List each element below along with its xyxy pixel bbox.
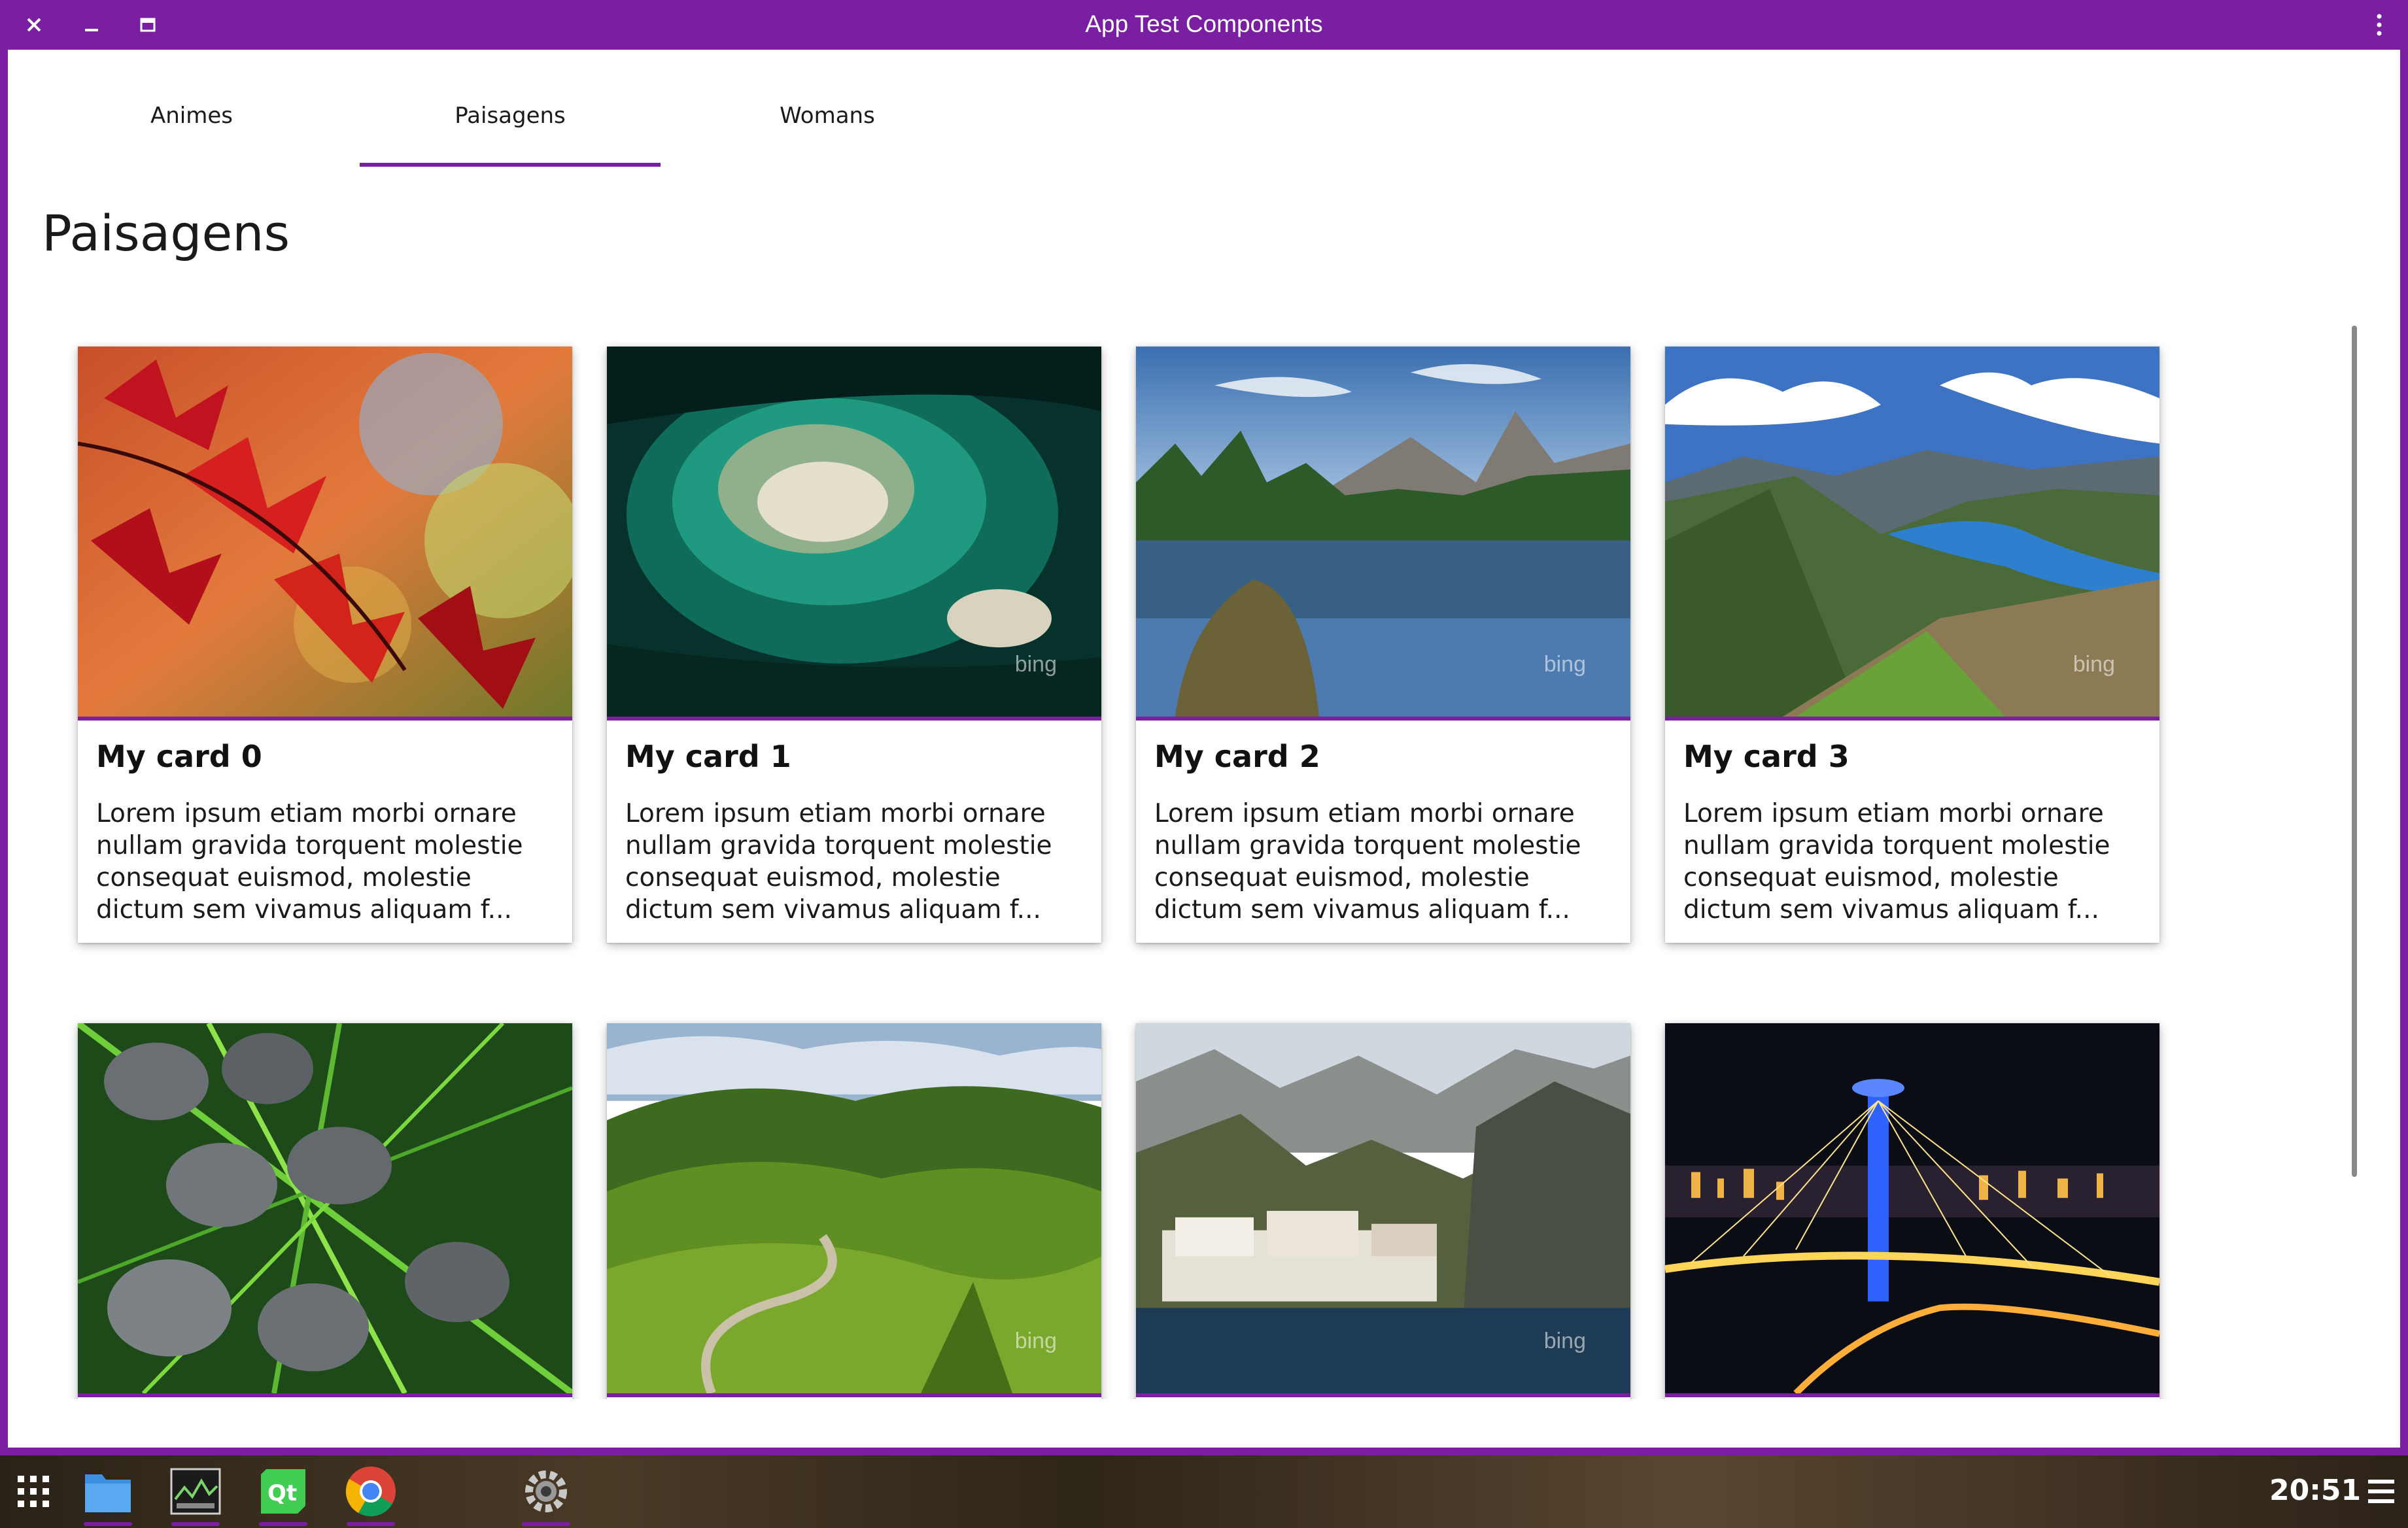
card-image [78, 347, 572, 721]
chrome-icon[interactable] [343, 1463, 399, 1526]
card-title: My card 1 [625, 739, 791, 774]
vertical-scrollbar[interactable] [2352, 326, 2357, 1177]
card-title: My card 3 [1683, 739, 1849, 774]
card-description: Lorem ipsum etiam morbi ornare nullam gr… [625, 799, 1052, 925]
card-5[interactable]: bing [607, 1023, 1101, 1399]
running-indicator [84, 1522, 132, 1526]
card-7[interactable] [1665, 1023, 2159, 1399]
menu-icon[interactable] [2358, 1469, 2404, 1514]
taskbar: Qt 20:51 [0, 1455, 2408, 1528]
bing-watermark: bing [1543, 652, 1586, 677]
card-image [1665, 1023, 2159, 1397]
card-image [78, 1023, 572, 1397]
bing-watermark: bing [1543, 1329, 1586, 1353]
card-description: Lorem ipsum etiam morbi ornare nullam gr… [96, 799, 523, 925]
files-icon[interactable] [80, 1463, 136, 1526]
bing-watermark: bing [1014, 1329, 1057, 1353]
running-indicator [259, 1522, 307, 1526]
app-grid-icon[interactable] [5, 1463, 61, 1520]
settings-icon[interactable] [518, 1463, 574, 1526]
card-2[interactable]: bing My card 2 Lorem ipsum etiam morbi o… [1136, 347, 1630, 943]
card-description: Lorem ipsum etiam morbi ornare nullam gr… [1683, 799, 2110, 925]
running-indicator [171, 1522, 220, 1526]
card-1[interactable]: bing My card 1 Lorem ipsum etiam morbi o… [607, 347, 1101, 943]
card-image: bing [1136, 1023, 1630, 1397]
bing-watermark: bing [2073, 652, 2115, 677]
card-title: My card 2 [1154, 739, 1320, 774]
card-grid: My card 0 Lorem ipsum etiam morbi ornare… [0, 0, 2408, 1399]
system-monitor-icon[interactable] [167, 1463, 224, 1526]
running-indicator [522, 1522, 570, 1526]
card-description: Lorem ipsum etiam morbi ornare nullam gr… [1154, 799, 1581, 925]
card-image: bing [1665, 347, 2159, 721]
card-3[interactable]: bing My card 3 Lorem ipsum etiam morbi o… [1665, 347, 2159, 943]
card-title: My card 0 [96, 739, 262, 774]
bing-watermark: bing [1014, 652, 1057, 677]
clock[interactable]: 20:51 [2269, 1474, 2361, 1507]
card-4[interactable] [78, 1023, 572, 1399]
card-image: bing [1136, 347, 1630, 721]
qt-creator-icon[interactable]: Qt [255, 1463, 311, 1526]
svg-text:Qt: Qt [267, 1480, 297, 1506]
card-image: bing [607, 1023, 1101, 1397]
running-indicator [347, 1522, 395, 1526]
card-0[interactable]: My card 0 Lorem ipsum etiam morbi ornare… [78, 347, 572, 943]
card-6[interactable]: bing [1136, 1023, 1630, 1399]
card-image: bing [607, 347, 1101, 721]
